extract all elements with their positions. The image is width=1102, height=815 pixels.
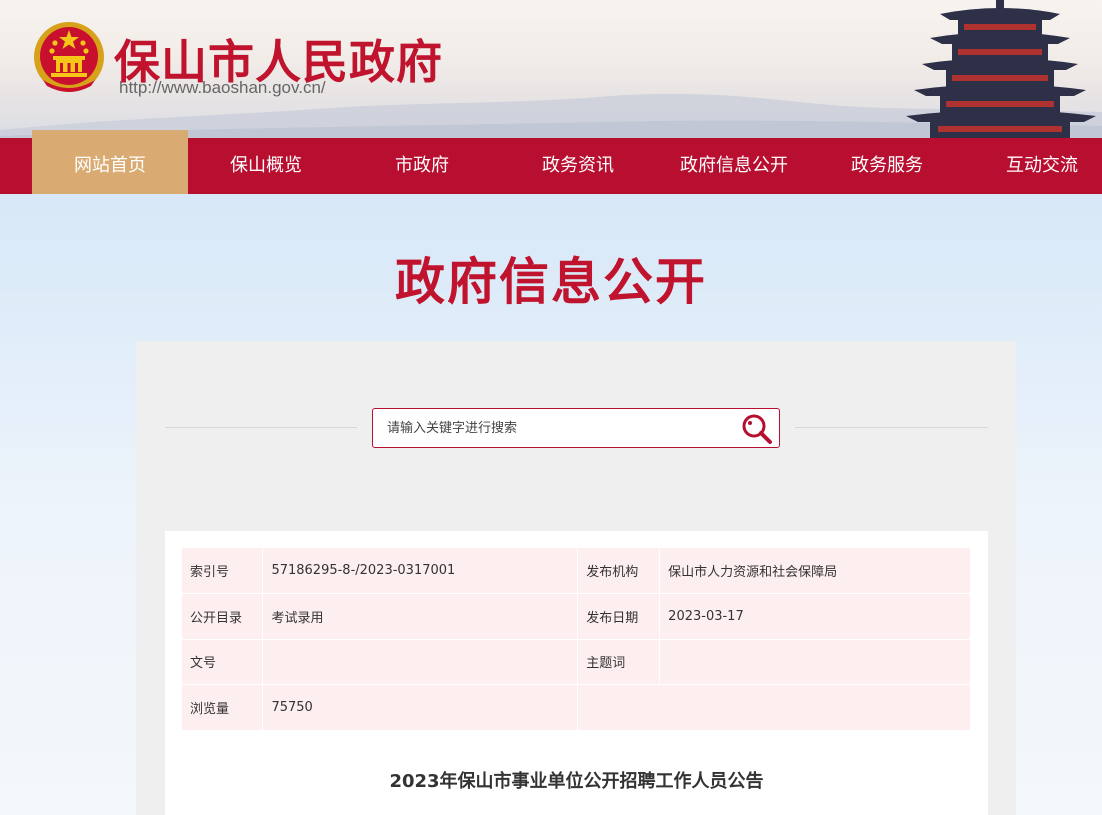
main-panel: 索引号 57186295-8-/2023-0317001 发布机构 保山市人力资… bbox=[136, 341, 1016, 815]
nav-item-government-services[interactable]: 政务服务 bbox=[812, 138, 962, 194]
table-row: 文号 主题词 bbox=[182, 639, 971, 685]
table-row: 公开目录 考试录用 发布日期 2023-03-17 bbox=[182, 593, 971, 640]
nav-item-overview[interactable]: 保山概览 bbox=[188, 138, 344, 194]
subject-label: 主题词 bbox=[577, 639, 661, 685]
document-content: 索引号 57186295-8-/2023-0317001 发布机构 保山市人力资… bbox=[165, 531, 988, 815]
nav-item-city-government[interactable]: 市政府 bbox=[344, 138, 500, 194]
date-label: 发布日期 bbox=[577, 593, 661, 640]
date-value: 2023-03-17 bbox=[659, 593, 971, 640]
search-divider-right bbox=[795, 427, 988, 428]
empty-cell bbox=[577, 684, 971, 731]
search-box bbox=[372, 408, 780, 448]
docno-label: 文号 bbox=[182, 639, 264, 685]
nav-item-home[interactable]: 网站首页 bbox=[32, 130, 188, 194]
table-row: 浏览量 75750 bbox=[182, 684, 971, 731]
publisher-value: 保山市人力资源和社会保障局 bbox=[659, 548, 971, 594]
docno-value bbox=[262, 639, 579, 685]
catalog-value: 考试录用 bbox=[262, 593, 579, 640]
document-title: 2023年保山市事业单位公开招聘工作人员公告 bbox=[389, 771, 764, 792]
search-input[interactable] bbox=[373, 409, 733, 447]
publisher-label: 发布机构 bbox=[577, 548, 661, 594]
site-header: 保山市人民政府 http://www.baoshan.gov.cn/ bbox=[0, 0, 1102, 138]
metadata-table: 索引号 57186295-8-/2023-0317001 发布机构 保山市人力资… bbox=[182, 548, 971, 731]
index-label: 索引号 bbox=[182, 548, 264, 594]
site-url[interactable]: http://www.baoshan.gov.cn/ bbox=[119, 78, 326, 98]
views-label: 浏览量 bbox=[182, 684, 264, 731]
national-emblem-icon bbox=[34, 22, 104, 92]
nav-item-government-news[interactable]: 政务资讯 bbox=[500, 138, 656, 194]
search-divider-left bbox=[165, 427, 357, 428]
nav-item-interaction[interactable]: 互动交流 bbox=[962, 138, 1102, 194]
subject-value bbox=[659, 639, 971, 685]
table-row: 索引号 57186295-8-/2023-0317001 发布机构 保山市人力资… bbox=[182, 548, 971, 594]
section-title: 政府信息公开 bbox=[395, 253, 707, 311]
index-value: 57186295-8-/2023-0317001 bbox=[262, 548, 579, 594]
main-nav: 网站首页 保山概览 市政府 政务资讯 政府信息公开 政务服务 互动交流 bbox=[0, 130, 1102, 194]
catalog-label: 公开目录 bbox=[182, 593, 264, 640]
magnifier-icon[interactable] bbox=[739, 412, 775, 446]
views-value: 75750 bbox=[262, 684, 579, 731]
nav-item-information-disclosure[interactable]: 政府信息公开 bbox=[656, 138, 812, 194]
pagoda-illustration bbox=[906, 0, 1096, 138]
